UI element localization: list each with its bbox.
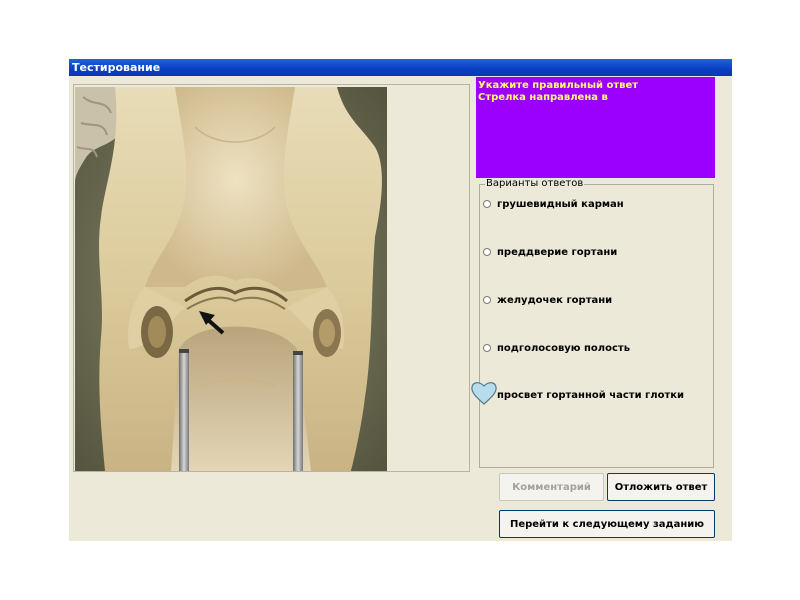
answer-label: подголосовую полость bbox=[497, 342, 631, 354]
answer-option-5[interactable]: просвет гортанной части глотки bbox=[471, 382, 685, 405]
question-line-2: Стрелка направлена в bbox=[478, 92, 608, 103]
comment-button[interactable]: Комментарий bbox=[499, 473, 604, 501]
next-task-button[interactable]: Перейти к следующему заданию bbox=[499, 510, 715, 538]
test-window: Тестирование Укажите правильный ответ Ст… bbox=[69, 59, 732, 541]
question-panel: Укажите правильный ответ Стрелка направл… bbox=[476, 77, 715, 178]
radio-button[interactable] bbox=[483, 248, 491, 256]
radio-button[interactable] bbox=[483, 344, 491, 352]
image-frame bbox=[73, 84, 470, 472]
answer-label: просвет гортанной части глотки bbox=[497, 389, 685, 401]
answer-option-4[interactable]: подголосовую полость bbox=[483, 341, 630, 355]
postpone-answer-button[interactable]: Отложить ответ bbox=[607, 473, 715, 501]
radio-button[interactable] bbox=[483, 296, 491, 304]
answer-option-2[interactable]: преддверие гортани bbox=[483, 245, 617, 259]
answers-group: Варианты ответов грушевидный карман пред… bbox=[471, 178, 714, 468]
answer-label: желудочек гортани bbox=[497, 294, 613, 306]
heart-cursor-icon bbox=[471, 382, 497, 405]
radio-button[interactable] bbox=[483, 200, 491, 208]
answers-legend: Варианты ответов bbox=[485, 178, 585, 189]
question-line-1: Укажите правильный ответ bbox=[478, 80, 639, 91]
answer-label: преддверие гортани bbox=[497, 246, 618, 258]
answer-option-3[interactable]: желудочек гортани bbox=[483, 293, 612, 307]
anatomy-photo bbox=[75, 87, 387, 471]
window-title: Тестирование bbox=[69, 59, 732, 76]
answer-label: грушевидный карман bbox=[497, 198, 624, 210]
answer-option-1[interactable]: грушевидный карман bbox=[483, 197, 624, 211]
